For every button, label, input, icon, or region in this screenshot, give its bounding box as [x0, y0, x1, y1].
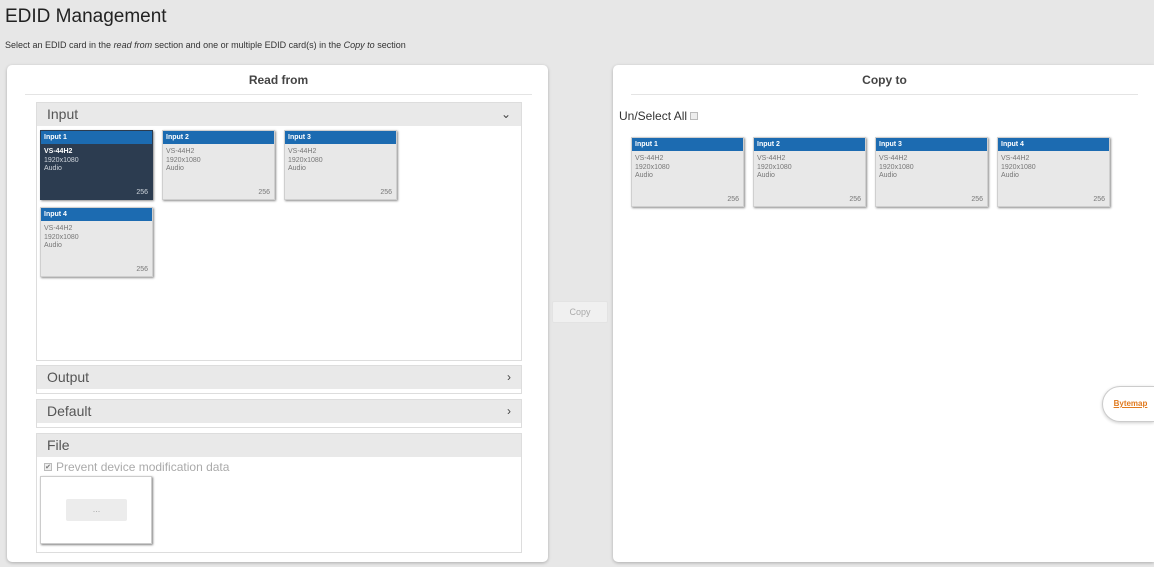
read-card-input-3[interactable]: Input 3 VS-44H2 1920x1080 Audio 256	[284, 130, 397, 200]
select-all-row: Un/Select All	[619, 109, 699, 123]
select-all-checkbox[interactable]	[690, 111, 699, 120]
chevron-right-icon: ›	[507, 404, 511, 418]
select-all-label: Un/Select All	[619, 109, 688, 123]
default-section-header[interactable]: Default ›	[37, 400, 521, 423]
input-section: Input ⌄ Input 1 VS-44H2 1920x1080 Audio 25…	[36, 102, 522, 361]
copy-card-input-4[interactable]: Input 4 VS-44H2 1920x1080 Audio 256	[997, 137, 1110, 207]
chevron-right-icon: ›	[507, 370, 511, 384]
prevent-modification-label: Prevent device modification data	[56, 460, 230, 474]
page-subtitle: Select an EDID card in the read from sec…	[5, 40, 406, 50]
copy-button[interactable]: Copy	[552, 301, 608, 323]
default-section: Default ›	[36, 399, 522, 428]
bytemap-link[interactable]: Bytemap	[1102, 386, 1154, 422]
browse-file-button[interactable]: ...	[66, 499, 127, 521]
file-section: File ✔ Prevent device modification data .…	[36, 433, 522, 553]
copy-card-input-2[interactable]: Input 2 VS-44H2 1920x1080 Audio 256	[753, 137, 866, 207]
copy-card-input-1[interactable]: Input 1 VS-44H2 1920x1080 Audio 256	[631, 137, 744, 207]
read-card-input-2[interactable]: Input 2 VS-44H2 1920x1080 Audio 256	[162, 130, 275, 200]
read-card-input-1[interactable]: Input 1 VS-44H2 1920x1080 Audio 256	[40, 130, 153, 200]
copy-card-input-3[interactable]: Input 3 VS-44H2 1920x1080 Audio 256	[875, 137, 988, 207]
read-from-panel: Read from Input ⌄ Input 1 VS-44H2 1920x10…	[7, 65, 548, 562]
chevron-down-icon: ⌄	[500, 107, 511, 121]
read-from-title: Read from	[25, 65, 532, 95]
output-section: Output ›	[36, 365, 522, 394]
input-section-header[interactable]: Input ⌄	[37, 103, 521, 126]
copy-to-title: Copy to	[631, 65, 1138, 95]
copy-to-panel: Copy to Un/Select All Input 1 VS-44H2 192…	[613, 65, 1154, 562]
read-card-input-4[interactable]: Input 4 VS-44H2 1920x1080 Audio 256	[40, 207, 153, 277]
file-card: ...	[40, 476, 152, 544]
output-section-header[interactable]: Output ›	[37, 366, 521, 389]
prevent-modification-checkbox[interactable]: ✔	[44, 462, 52, 471]
prevent-modification-row: ✔ Prevent device modification data	[44, 460, 229, 474]
page-title: EDID Management	[5, 6, 167, 27]
file-section-header[interactable]: File	[37, 434, 521, 457]
